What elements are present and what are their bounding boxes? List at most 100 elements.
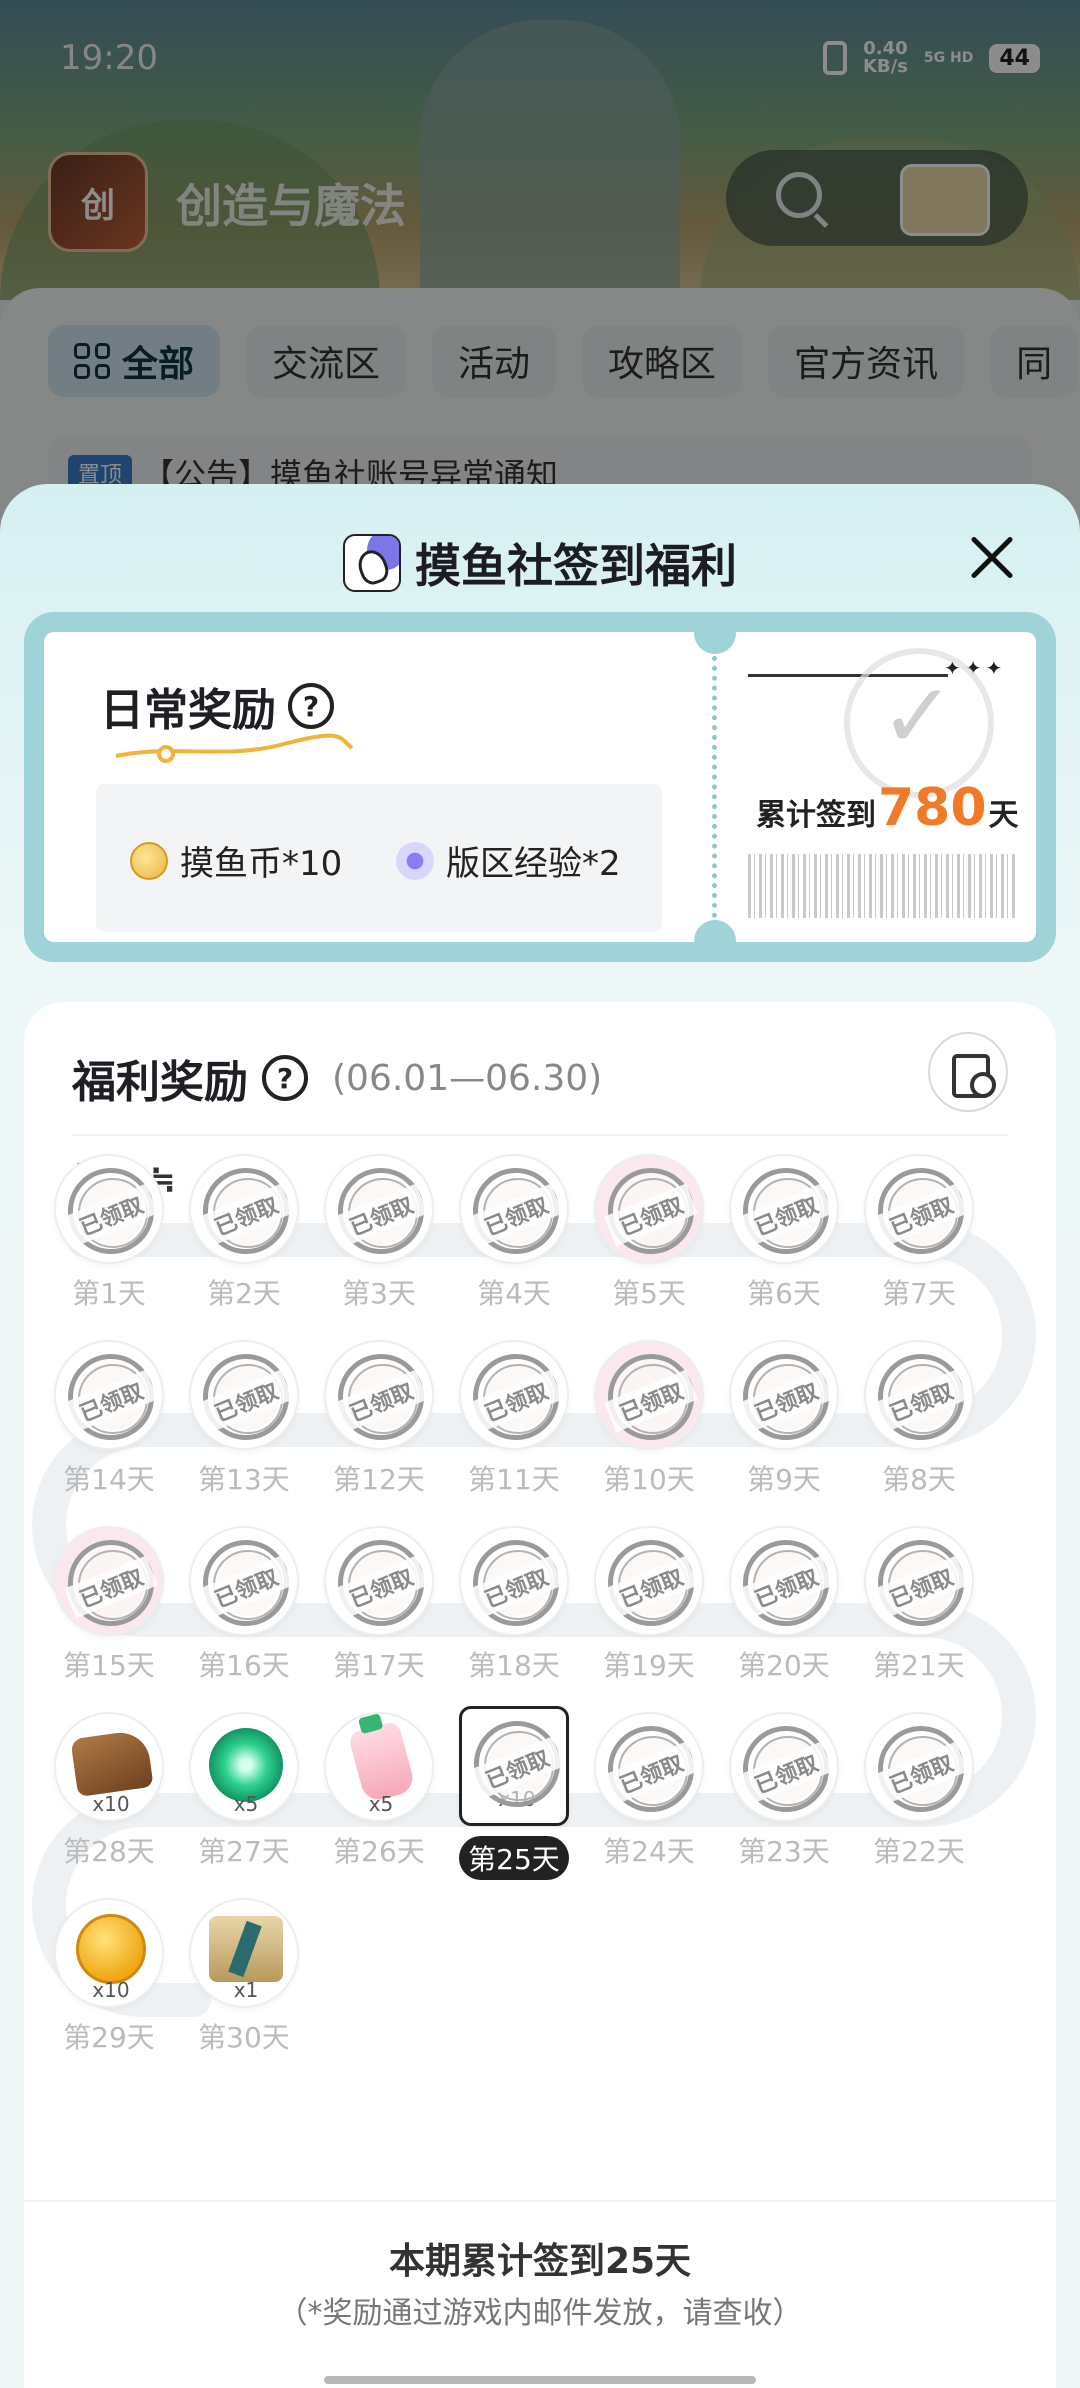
home-indicator[interactable] [324,2376,756,2384]
day-4-reward[interactable]: 已领取第4天 [459,1154,569,1310]
daily-reward-exp: 版区经验*2 [396,836,621,885]
reward-item: x5 [324,1712,434,1822]
day-17-reward[interactable]: 已领取第17天 [324,1526,434,1682]
day-25-reward[interactable]: x10已领取第25天 [459,1706,569,1880]
reward-item: 已领取 [459,1154,569,1264]
day-18-reward[interactable]: 已领取 第18天 [459,1526,569,1682]
club-logo-icon [343,534,401,592]
reward-item: x5 [189,1712,299,1822]
reward-item: 已领取 [729,1340,839,1450]
day-28-reward[interactable]: x10 第28天 [54,1712,164,1868]
reward-item: 已领取 [189,1340,299,1450]
divider [72,1134,1008,1136]
reward-item: 已领取 [594,1712,704,1822]
close-button[interactable] [962,528,1022,588]
history-button[interactable] [928,1032,1008,1112]
reward-quantity: x5 [368,1792,394,1816]
day-26-reward[interactable]: x5 第26天 [324,1712,434,1868]
mail-notice: （*奖励通过游戏内邮件发放，请查收） [277,2296,803,2331]
day-label: 第14天 [63,1463,155,1496]
welfare-heading: 福利奖励 ? (06.01—06.30) [72,1046,602,1110]
claimed-stamp: 已领取 [199,1354,293,1440]
gold-icon [76,1914,146,1984]
day-6-reward[interactable]: 已领取 第6天 [729,1154,839,1310]
claimed-stamp: 已领取 [604,1726,698,1812]
reward-quantity: x10 [92,1792,130,1816]
day-22-reward[interactable]: 已领取 第22天 [864,1712,974,1868]
day-label: 第4天 [477,1277,551,1310]
reward-item: 已领取 [594,1154,704,1264]
day-label: 第9天 [747,1463,821,1496]
day-14-reward[interactable]: 已领取第14天 [54,1340,164,1496]
claimed-stamp: 已领取 [469,1540,563,1626]
reward-item: 已领取 [54,1526,164,1636]
barcode-decoration [748,854,1016,918]
day-label: 第19天 [603,1649,695,1682]
reward-item: 已领取 [324,1526,434,1636]
day-label: 第6天 [747,1277,821,1310]
claimed-stamp: 已领取 [739,1540,833,1626]
day-27-reward[interactable]: x5 第27天 [189,1712,299,1868]
day-20-reward[interactable]: 已领取第20天 [729,1526,839,1682]
reward-item: x10已领取 [459,1706,569,1826]
reward-item: x10 [54,1898,164,2008]
sign-in-sheet: 摸鱼社签到福利 日常奖励 ? 摸鱼币*10 版区经验*2 ✦✦✦ ✓ 累计签到 … [0,484,1080,2388]
claimed-stamp: 已领取 [334,1540,428,1626]
reward-item: 已领取 [54,1154,164,1264]
day-9-reward[interactable]: 已领取第9天 [729,1340,839,1496]
day-label: 第3天 [342,1277,416,1310]
help-icon[interactable]: ? [288,683,334,729]
reward-item: 已领取 [54,1340,164,1450]
day-8-reward[interactable]: 已领取第8天 [864,1340,974,1496]
day-15-reward[interactable]: 已领取 第15天 [54,1526,164,1682]
day-30-reward[interactable]: x1 第30天 [189,1898,299,2054]
day-12-reward[interactable]: 已领取 第12天 [324,1340,434,1496]
reward-item: 已领取 [594,1340,704,1450]
day-7-reward[interactable]: 已领取 第7天 [864,1154,974,1310]
reward-item: 已领取 [864,1712,974,1822]
claimed-stamp: 已领取 [334,1168,428,1254]
day-label: 第20天 [738,1649,830,1682]
gem-icon [209,1728,283,1802]
day-10-reward[interactable]: 已领取 第10天 [594,1340,704,1496]
claimed-stamp: 已领取 [874,1726,968,1812]
reward-item: x10 [54,1712,164,1822]
claimed-stamp: 已领取 [64,1354,158,1440]
day-11-reward[interactable]: 已领取 第11天 [459,1340,569,1496]
claimed-stamp: 已领取 [604,1540,698,1626]
welfare-title: 福利奖励 [72,1057,248,1108]
day-19-reward[interactable]: 已领取第19天 [594,1526,704,1682]
day-label: 第21天 [873,1649,965,1682]
day-label: 第16天 [198,1649,290,1682]
date-range: (06.01—06.30) [332,1057,603,1099]
day-13-reward[interactable]: 已领取 第13天 [189,1340,299,1496]
claimed-stamp: 已领取 [469,1168,563,1254]
day-23-reward[interactable]: 已领取 第23天 [729,1712,839,1868]
day-24-reward[interactable]: 已领取 第24天 [594,1712,704,1868]
day-label: 第17天 [333,1649,425,1682]
daily-reward-ticket: 日常奖励 ? 摸鱼币*10 版区经验*2 ✦✦✦ 累 [24,612,1056,962]
day-5-reward[interactable]: 已领取第5天 [594,1154,704,1310]
day-label: 第8天 [882,1463,956,1496]
help-icon[interactable]: ? [262,1055,308,1101]
claimed-stamp: 已领取 [874,1354,968,1440]
bag-icon [70,1728,154,1798]
reward-item: 已领取 [459,1340,569,1450]
divider [24,2200,1056,2202]
reward-item: 已领取 [594,1526,704,1636]
day-label: 第5天 [612,1277,686,1310]
day-label: 第2天 [207,1277,281,1310]
reward-item: 已领取 [459,1526,569,1636]
claimed-stamp: 已领取 [64,1168,158,1254]
claimed-stamp: 已领取 [739,1354,833,1440]
day-2-reward[interactable]: 已领取 第2天 [189,1154,299,1310]
day-label: 第27天 [198,1835,290,1868]
day-16-reward[interactable]: 已领取 第16天 [189,1526,299,1682]
day-29-reward[interactable]: x10 第29天 [54,1898,164,2054]
day-21-reward[interactable]: 已领取 第21天 [864,1526,974,1682]
claimed-stamp: 已领取 [64,1540,158,1626]
claimed-stamp: 已领取 [739,1726,833,1812]
day-3-reward[interactable]: 已领取第3天 [324,1154,434,1310]
daily-reward-heading: 日常奖励 ? [100,674,334,738]
day-1-reward[interactable]: 已领取 第1天 [54,1154,164,1310]
